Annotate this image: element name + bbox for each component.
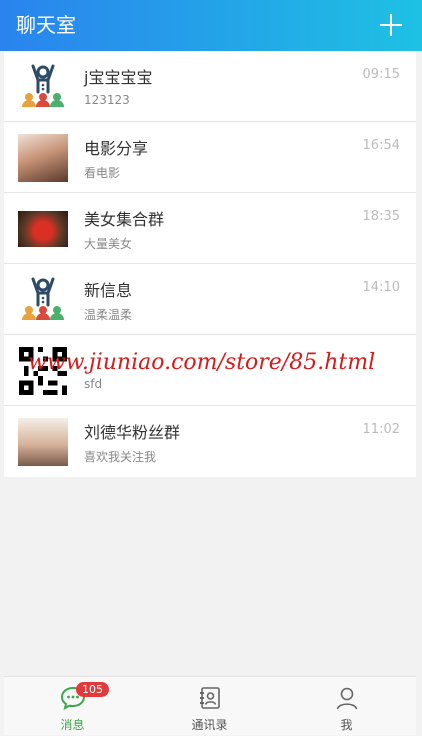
avatar (18, 134, 68, 182)
user-icon (334, 685, 360, 715)
chat-last-message: 看电影 (84, 166, 121, 180)
chat-time: 14:10 (362, 280, 400, 295)
chat-name: 刘德华粉丝群 (84, 423, 181, 442)
tab-label: 我 (340, 718, 353, 732)
chat-time: 09:15 (362, 67, 400, 82)
chat-last-message: 大量美女 (84, 237, 133, 251)
tab-contacts[interactable]: 通讯录 (141, 677, 278, 736)
chat-row[interactable]: sfd (4, 335, 416, 406)
chat-row[interactable]: 美女集合群 大量美女 18:35 (4, 193, 416, 264)
chat-name: 美女集合群 (84, 210, 165, 229)
bottom-tab-bar: 105 消息 通讯录 我 (4, 676, 416, 735)
tab-label: 通讯录 (191, 718, 228, 732)
chat-name: j宝宝宝宝 (84, 68, 153, 87)
chat-row[interactable]: 新信息 温柔温柔 14:10 (4, 264, 416, 335)
tab-me[interactable]: 我 (278, 677, 415, 736)
group-people-icon (18, 63, 68, 111)
chat-last-message: 温柔温柔 (84, 308, 133, 322)
chat-row[interactable]: j宝宝宝宝 123123 09:15 (4, 51, 416, 122)
chat-last-message: sfd (84, 377, 103, 391)
chat-name: 电影分享 (84, 139, 149, 158)
chat-last-message: 喜欢我关注我 (84, 450, 157, 464)
tab-messages[interactable]: 105 消息 (4, 677, 141, 736)
page-title: 聊天室 (16, 13, 76, 37)
tab-label: 消息 (60, 718, 85, 732)
unread-badge: 105 (76, 682, 109, 697)
group-people-icon (18, 276, 68, 324)
chat-last-message: 123123 (84, 93, 130, 107)
chat-time: 18:35 (362, 209, 400, 224)
plus-icon[interactable] (380, 14, 402, 36)
chat-time: 11:02 (362, 422, 400, 437)
avatar (18, 211, 68, 247)
contacts-icon (197, 685, 223, 715)
chat-time: 16:54 (362, 138, 400, 153)
chat-list: j宝宝宝宝 123123 09:15 电影分享 看电影 16:54 美女集合群 … (4, 51, 416, 477)
chat-row[interactable]: 电影分享 看电影 16:54 (4, 122, 416, 193)
chat-row[interactable]: 刘德华粉丝群 喜欢我关注我 11:02 (4, 406, 416, 477)
qr-code-avatar (18, 347, 68, 395)
chat-name: 新信息 (84, 281, 133, 300)
header-bar: 聊天室 (0, 0, 422, 51)
avatar (18, 418, 68, 466)
